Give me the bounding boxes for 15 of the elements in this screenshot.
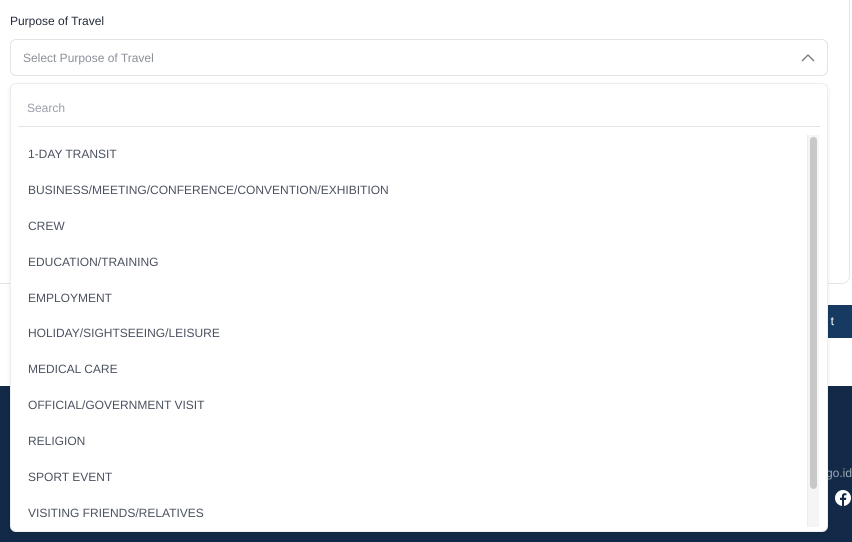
dropdown-option[interactable]: 1-DAY TRANSIT — [28, 136, 807, 172]
dropdown-option[interactable]: HOLIDAY/SIGHTSEEING/LEISURE — [28, 316, 807, 352]
dropdown-option[interactable]: RELIGION — [28, 423, 807, 460]
dropdown-option[interactable]: MEDICAL CARE — [28, 351, 807, 388]
dropdown-option[interactable]: SPORT EVENT — [28, 459, 807, 496]
facebook-icon[interactable] — [835, 490, 851, 506]
dropdown-option[interactable]: BUSINESS/MEETING/CONFERENCE/CONVENTION/EXHIBITION — [28, 172, 807, 208]
dropdown-option[interactable]: EDUCATION/TRAINING — [28, 244, 807, 280]
dropdown-option[interactable]: EMPLOYMENT — [28, 280, 807, 316]
field-label: Purpose of Travel — [10, 14, 106, 29]
dropdown-option[interactable]: CREW — [28, 208, 807, 244]
dropdown-option[interactable]: VISITING FRIENDS/RELATIVES — [28, 495, 807, 531]
chevron-icon — [801, 54, 815, 62]
scrollbar[interactable] — [807, 135, 819, 527]
dropdown-option[interactable]: OFFICIAL/GOVERNMENT VISIT — [28, 387, 807, 424]
